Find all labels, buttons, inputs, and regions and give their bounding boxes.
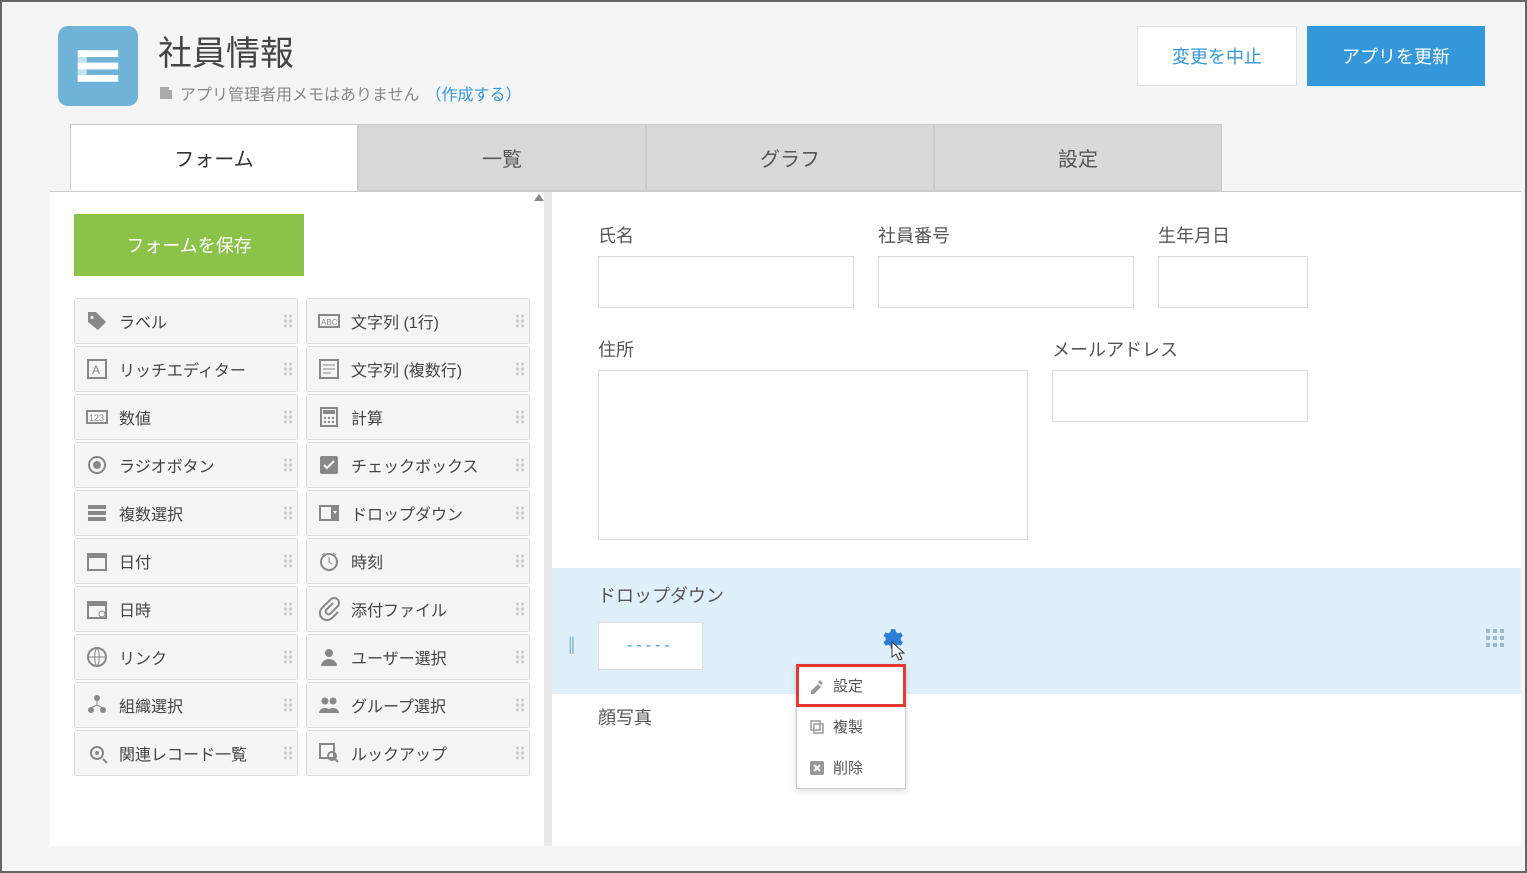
palette-tag[interactable]: ラベル	[74, 298, 298, 344]
attach-icon	[317, 597, 341, 621]
grid-icon[interactable]	[1483, 626, 1507, 650]
ctx-settings[interactable]: 設定	[797, 665, 905, 706]
ctx-duplicate[interactable]: 複製	[797, 706, 905, 747]
field-palette-sidebar: フォームを保存 ラベルAリッチエディター123数値ラジオボタン複数選択日付日時リ…	[50, 192, 552, 846]
num-icon: 123	[85, 405, 109, 429]
related-icon	[85, 741, 109, 765]
multi-icon	[85, 501, 109, 525]
datetime-icon	[85, 597, 109, 621]
palette-num[interactable]: 123数値	[74, 394, 298, 440]
palette-drop[interactable]: ドロップダウン	[306, 490, 530, 536]
update-app-button[interactable]: アプリを更新	[1307, 26, 1485, 86]
field-input-email[interactable]	[1052, 370, 1308, 422]
gear-icon[interactable]	[878, 626, 904, 657]
palette-related[interactable]: 関連レコード一覧	[74, 730, 298, 776]
selected-field-block[interactable]: || ドロップダウン ----- 設定	[552, 568, 1521, 694]
palette-time[interactable]: 時刻	[306, 538, 530, 584]
cancel-button[interactable]: 変更を中止	[1137, 26, 1297, 86]
palette-datetime[interactable]: 日時	[74, 586, 298, 632]
app-header: 社員情報 アプリ管理者用メモはありません （作成する） 変更を中止 アプリを更新	[2, 2, 1525, 124]
scroll-up-icon[interactable]	[534, 194, 544, 201]
textm-icon	[317, 357, 341, 381]
form-canvas: 氏名 社員番号 生年月日 住所 メールアドレス ||	[552, 192, 1521, 846]
svg-text:A: A	[92, 363, 100, 377]
palette-check[interactable]: チェックボックス	[306, 442, 530, 488]
lookup-icon	[317, 741, 341, 765]
tab-graph[interactable]: グラフ	[646, 124, 934, 191]
tab-settings[interactable]: 設定	[934, 124, 1222, 191]
field-label-email: メールアドレス	[1052, 336, 1308, 362]
app-title: 社員情報	[158, 26, 1117, 75]
drag-handle-icon[interactable]: ||	[568, 634, 573, 655]
field-input-empno[interactable]	[878, 256, 1134, 308]
calc-icon	[317, 405, 341, 429]
field-label-empno: 社員番号	[878, 222, 1134, 248]
palette-date[interactable]: 日付	[74, 538, 298, 584]
group-icon	[317, 693, 341, 717]
field-label-birth: 生年月日	[1158, 222, 1308, 248]
field-input-birth[interactable]	[1158, 256, 1308, 308]
check-icon	[317, 453, 341, 477]
svg-text:ABC: ABC	[321, 318, 338, 327]
field-label-address: 住所	[598, 336, 1028, 362]
memo-line: アプリ管理者用メモはありません （作成する）	[158, 81, 1117, 105]
palette-multi[interactable]: 複数選択	[74, 490, 298, 536]
drop-icon	[317, 501, 341, 525]
palette-lookup[interactable]: ルックアップ	[306, 730, 530, 776]
app-icon	[58, 26, 138, 106]
field-label-photo: 顔写真	[598, 704, 1491, 730]
svg-text:123: 123	[89, 413, 104, 423]
user-icon	[317, 645, 341, 669]
tab-form[interactable]: フォーム	[70, 124, 358, 191]
palette-user[interactable]: ユーザー選択	[306, 634, 530, 680]
org-icon	[85, 693, 109, 717]
palette-group[interactable]: グループ選択	[306, 682, 530, 728]
text1-icon: ABC	[317, 309, 341, 333]
tag-icon	[85, 309, 109, 333]
tabs: フォーム 一覧 グラフ 設定	[70, 124, 1525, 191]
memo-icon	[158, 85, 174, 101]
palette-org[interactable]: 組織選択	[74, 682, 298, 728]
link-icon	[85, 645, 109, 669]
palette-attach[interactable]: 添付ファイル	[306, 586, 530, 632]
palette-calc[interactable]: 計算	[306, 394, 530, 440]
palette-radio[interactable]: ラジオボタン	[74, 442, 298, 488]
create-memo-link[interactable]: （作成する）	[426, 81, 522, 105]
date-icon	[85, 549, 109, 573]
field-input-address[interactable]	[598, 370, 1028, 540]
ctx-delete[interactable]: 削除	[797, 747, 905, 788]
time-icon	[317, 549, 341, 573]
tab-list[interactable]: 一覧	[358, 124, 646, 191]
palette-rich[interactable]: Aリッチエディター	[74, 346, 298, 392]
field-input-name[interactable]	[598, 256, 854, 308]
save-form-button[interactable]: フォームを保存	[74, 214, 304, 276]
selected-field-label: ドロップダウン	[598, 582, 1491, 608]
rich-icon: A	[85, 357, 109, 381]
palette-link[interactable]: リンク	[74, 634, 298, 680]
palette-text1[interactable]: ABC文字列 (1行)	[306, 298, 530, 344]
field-context-menu: 設定 複製 削除	[796, 664, 906, 789]
radio-icon	[85, 453, 109, 477]
dropdown-field[interactable]: -----	[598, 622, 703, 670]
palette-textm[interactable]: 文字列 (複数行)	[306, 346, 530, 392]
field-label-name: 氏名	[598, 222, 854, 248]
